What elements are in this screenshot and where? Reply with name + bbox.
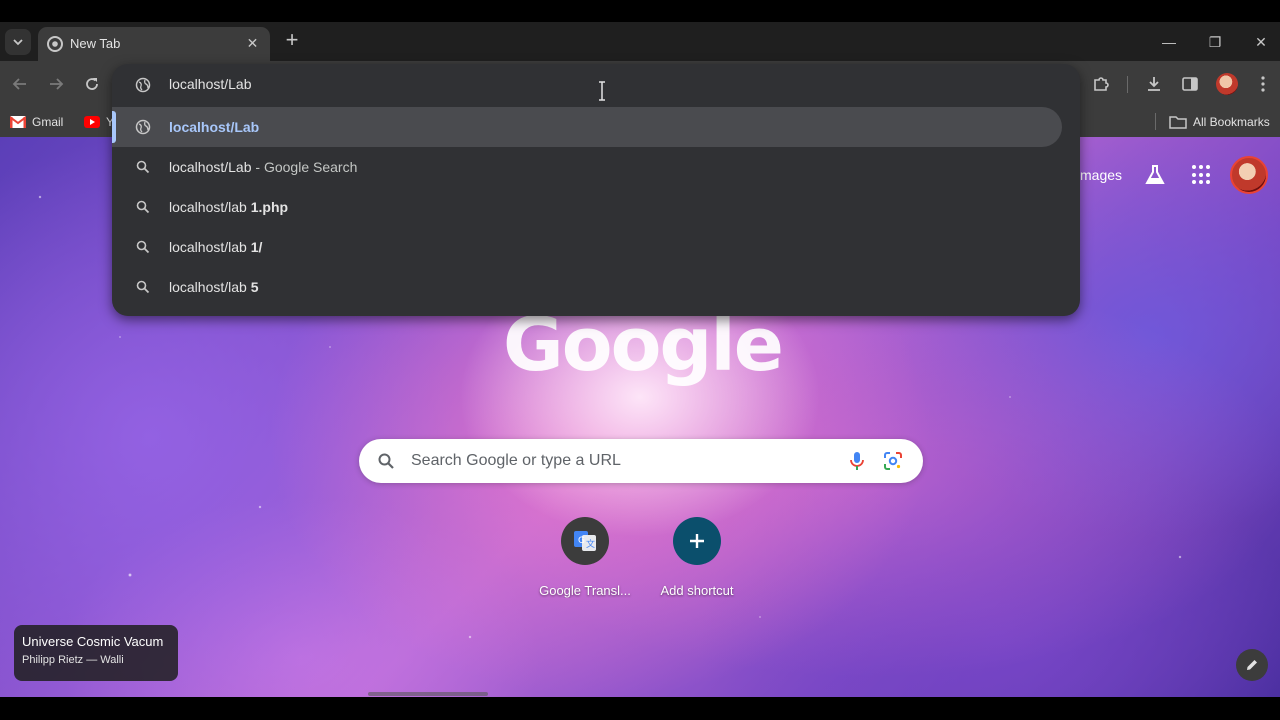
suggestion-completion: 1.php <box>250 199 289 215</box>
svg-text:文: 文 <box>586 538 595 550</box>
reload-icon <box>86 78 98 90</box>
menu-button[interactable] <box>1251 72 1275 96</box>
tab-title: New Tab <box>70 36 121 51</box>
close-window-button[interactable]: ✕ <box>1249 30 1273 54</box>
tab-close-icon[interactable]: ✕ <box>244 35 261 52</box>
labs-flask-icon[interactable] <box>1143 163 1167 187</box>
account-avatar[interactable] <box>1230 156 1268 194</box>
suggestion-search[interactable]: localhost/lab 1/ <box>112 227 1062 267</box>
tab-new-tab[interactable]: New Tab ✕ <box>38 27 270 61</box>
shortcut-google-translate[interactable]: G 文 Google Transl... <box>529 517 641 598</box>
suggestion-search[interactable]: localhost/lab 1.php <box>112 187 1062 227</box>
address-input[interactable]: localhost/Lab <box>169 76 252 92</box>
bookmark-youtube[interactable]: Y <box>84 113 114 131</box>
scrollbar-thumb[interactable] <box>368 692 488 696</box>
google-lens-icon[interactable] <box>883 451 903 471</box>
chevron-down-icon <box>13 39 23 46</box>
images-link[interactable]: mages <box>1080 167 1122 183</box>
plus-icon <box>690 534 704 548</box>
back-button[interactable] <box>8 72 32 96</box>
shortcut-tile: G 文 <box>561 517 609 565</box>
tab-strip: New Tab ✕ + — ❐ ✕ <box>0 22 1280 61</box>
minimize-button[interactable]: — <box>1157 30 1181 54</box>
kebab-menu-icon <box>1261 76 1265 92</box>
shortcut-tile <box>673 517 721 565</box>
all-bookmarks-label: All Bookmarks <box>1193 115 1270 129</box>
new-tab-button[interactable]: + <box>280 29 304 53</box>
bookmark-label: Gmail <box>32 115 64 129</box>
suggestion-text: localhost/Lab <box>169 119 260 135</box>
extensions-button[interactable] <box>1089 72 1113 96</box>
downloads-button[interactable] <box>1142 72 1166 96</box>
background-attribution[interactable]: Universe Cosmic Vacum Philipp Rietz — Wa… <box>14 625 178 681</box>
download-icon <box>1148 77 1160 91</box>
search-icon <box>135 199 151 215</box>
letterbox-bottom <box>0 697 1280 720</box>
apps-grid-icon[interactable] <box>1192 165 1212 185</box>
suggestion-search[interactable]: localhost/Lab - Google Search <box>112 147 1062 187</box>
suggestion-search[interactable]: localhost/lab 5 <box>112 267 1062 307</box>
profile-avatar[interactable] <box>1216 73 1238 95</box>
puzzle-icon <box>1094 77 1109 91</box>
suggestion-prefix: localhost/lab <box>169 279 251 295</box>
youtube-icon <box>84 116 100 128</box>
svg-text:G: G <box>578 536 585 546</box>
pencil-icon <box>1247 660 1257 670</box>
chrome-icon <box>47 36 63 52</box>
bookmark-gmail[interactable]: Gmail <box>10 113 63 131</box>
ntp-search-box[interactable]: Search Google or type a URL <box>359 439 923 483</box>
attribution-author: Philipp Rietz — Walli <box>22 654 124 666</box>
google-translate-icon: G 文 <box>574 531 596 551</box>
suggestion-completion: 5 <box>250 279 259 295</box>
gmail-icon <box>10 116 26 128</box>
suggestion-url[interactable]: localhost/Lab <box>112 107 1062 147</box>
restore-button[interactable]: ❐ <box>1203 30 1227 54</box>
folder-icon <box>1169 116 1187 129</box>
text-cursor-icon <box>599 81 605 101</box>
attribution-title: Universe Cosmic Vacum <box>22 634 164 649</box>
arrow-right-icon <box>50 78 64 90</box>
arrow-left-icon <box>12 78 26 90</box>
reload-button[interactable] <box>80 72 104 96</box>
customize-chrome-button[interactable] <box>1236 649 1268 681</box>
search-icon <box>135 159 151 175</box>
globe-icon <box>135 119 151 135</box>
suggestion-prefix: localhost/lab <box>169 199 251 215</box>
side-panel-button[interactable] <box>1178 72 1202 96</box>
suggestion-description: - Google Search <box>251 159 358 175</box>
bookmarks-divider <box>1155 113 1156 130</box>
toolbar-divider <box>1127 76 1128 93</box>
globe-icon <box>135 77 151 93</box>
microphone-icon[interactable] <box>848 451 866 471</box>
search-icon <box>378 453 394 469</box>
side-panel-icon <box>1182 77 1198 91</box>
all-bookmarks-button[interactable]: All Bookmarks <box>1169 113 1270 131</box>
letterbox-top <box>0 0 1280 22</box>
omnibox-dropdown: localhost/Lab localhost/Lab localhost/La… <box>112 64 1080 316</box>
address-bar[interactable]: localhost/Lab <box>112 64 1080 104</box>
search-icon <box>135 279 151 295</box>
shortcut-label: Add shortcut <box>660 583 734 598</box>
search-icon <box>135 239 151 255</box>
suggestion-completion: 1/ <box>250 239 263 255</box>
search-placeholder: Search Google or type a URL <box>411 452 621 469</box>
add-shortcut-button[interactable]: Add shortcut <box>641 517 753 598</box>
tab-search-button[interactable] <box>5 29 31 55</box>
suggestion-prefix: localhost/lab <box>169 239 251 255</box>
suggestion-query: localhost/Lab <box>169 159 252 175</box>
forward-button[interactable] <box>44 72 68 96</box>
shortcut-label: Google Transl... <box>539 583 631 598</box>
